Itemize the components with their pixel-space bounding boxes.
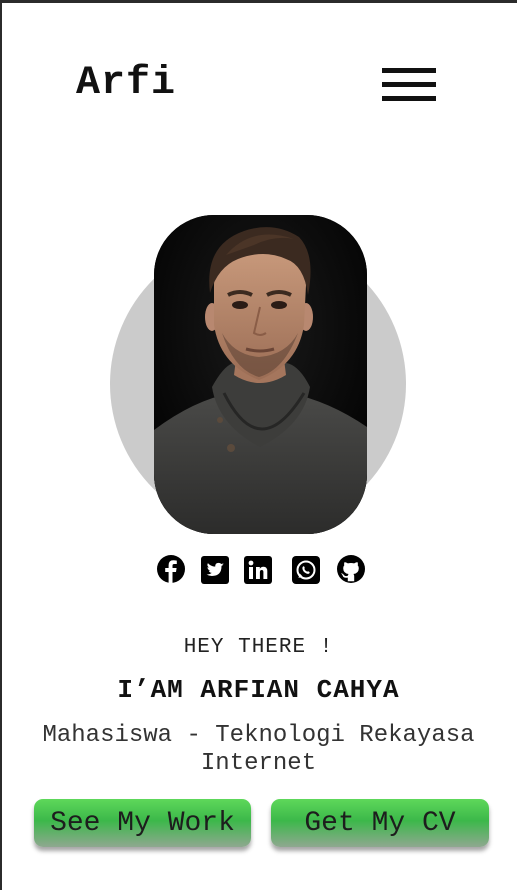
get-my-cv-button[interactable]: Get My CV	[271, 799, 489, 847]
menu-bar	[382, 82, 436, 87]
window-top-border	[0, 0, 517, 3]
see-my-work-button[interactable]: See My Work	[34, 799, 251, 847]
menu-bar	[382, 96, 436, 101]
portrait-illustration	[154, 215, 367, 534]
hamburger-menu-icon[interactable]	[382, 68, 436, 102]
hero-name: I’AM ARFIAN CAHYA	[117, 675, 400, 705]
portrait-photo	[154, 215, 367, 534]
greeting-text: HEY THERE !	[183, 636, 334, 659]
github-icon[interactable]	[336, 554, 366, 584]
window-left-border	[0, 0, 2, 890]
whatsapp-icon[interactable]	[292, 556, 322, 586]
hero-role: Mahasiswa - Teknologi Rekayasa Internet	[42, 722, 475, 777]
facebook-icon[interactable]	[156, 554, 186, 584]
linkedin-icon[interactable]	[244, 556, 274, 586]
twitter-icon[interactable]	[201, 556, 231, 586]
menu-bar	[382, 68, 436, 73]
site-logo[interactable]: Arfi	[76, 64, 176, 104]
